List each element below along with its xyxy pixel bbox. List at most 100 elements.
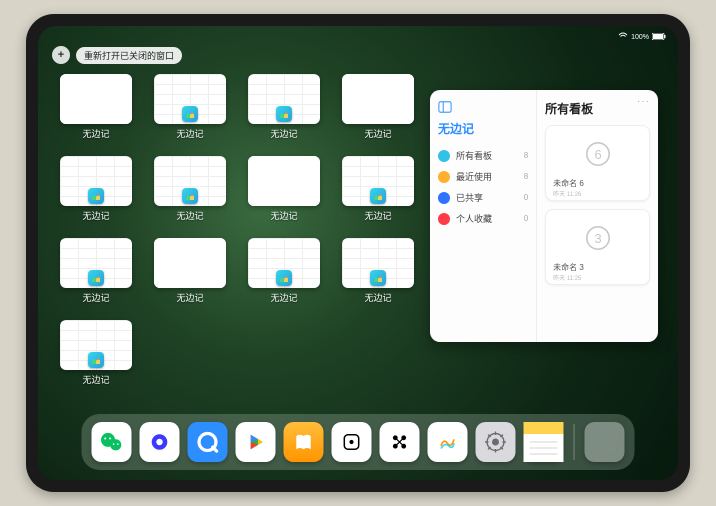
dock-app-play[interactable] [236,422,276,462]
thumbnail-label: 无边记 [364,209,391,222]
screen: 100% + 重新打开已关闭的窗口 无边记无边记无边记无边记无边记无边记无边记无… [38,26,678,480]
thumbnail-preview [342,74,414,124]
board-name: 未命名 6 [550,178,645,189]
freeform-app-icon [276,188,292,204]
panel-left-title: 无边记 [438,120,528,137]
board-preview: 6 [550,130,645,178]
thumbnail-label: 无边记 [176,291,203,304]
sidebar-item[interactable]: 最近使用 8 [438,166,528,187]
window-thumbnail[interactable]: 无边记 [154,156,226,224]
dock-app-wechat[interactable] [92,422,132,462]
thumbnail-label: 无边记 [82,373,109,386]
thumbnail-label: 无边记 [82,127,109,140]
sidebar-toggle-icon[interactable] [438,100,452,114]
dock-app-qqbrowser[interactable] [188,422,228,462]
sidebar-item-count: 0 [524,193,528,202]
thumbnail-preview [154,238,226,288]
thumbnail-label: 无边记 [176,209,203,222]
dock-separator [574,424,575,460]
window-thumbnail[interactable]: 无边记 [342,238,414,306]
window-thumbnail[interactable]: 无边记 [248,238,320,306]
sidebar-item-label: 最近使用 [456,170,492,183]
thumbnail-preview [60,238,132,288]
sidebar-item[interactable]: 所有看板8 [438,145,528,166]
freeform-app-icon [182,188,198,204]
window-thumbnail[interactable]: 无边记 [154,238,226,306]
freeform-app-icon [88,106,104,122]
dock-app-quark[interactable] [140,422,180,462]
dock [82,414,635,470]
tablet-frame: 100% + 重新打开已关闭的窗口 无边记无边记无边记无边记无边记无边记无边记无… [26,14,690,492]
thumbnail-label: 无边记 [176,127,203,140]
freeform-app-icon [88,270,104,286]
thumbnail-label: 无边记 [82,209,109,222]
thumbnail-preview [60,74,132,124]
sidebar-item-label: 已共享 [456,191,483,204]
sidebar-item-count: 8 [524,172,528,181]
dock-app-freeform[interactable] [428,422,468,462]
panel-right-title: 所有看板 [545,100,650,117]
window-switcher-grid: 无边记无边记无边记无边记无边记无边记无边记无边记无边记无边记无边记无边记无边记 [60,74,430,388]
status-bar: 100% [38,30,678,44]
window-thumbnail[interactable]: 无边记 [154,74,226,142]
thumbnail-preview [154,74,226,124]
window-thumbnail[interactable]: 无边记 [60,238,132,306]
sidebar-item-count: 0 [524,214,528,223]
new-window-button[interactable]: + [52,46,70,64]
svg-text:3: 3 [594,231,601,246]
window-thumbnail[interactable]: 无边记 [60,74,132,142]
window-thumbnail[interactable]: 无边记 [342,156,414,224]
category-dot-icon [438,150,450,162]
sidebar-item[interactable]: 已共享 0 [438,187,528,208]
board-name: 未命名 3 [550,262,645,273]
dock-app-dice[interactable] [332,422,372,462]
board-subtitle: 昨天 11:26 [550,189,645,198]
sidebar-item[interactable]: 个人收藏 0 [438,208,528,229]
thumbnail-label: 无边记 [270,291,297,304]
thumbnail-label: 无边记 [82,291,109,304]
freeform-app-icon [370,270,386,286]
thumbnail-label: 无边记 [270,209,297,222]
dock-app-settings[interactable] [476,422,516,462]
category-dot-icon [438,213,450,225]
window-thumbnail[interactable]: 无边记 [60,320,132,388]
dock-app-connect[interactable] [380,422,420,462]
svg-text:6: 6 [594,147,601,162]
dock-recent-apps[interactable] [585,422,625,462]
freeform-app-icon [88,352,104,368]
category-dot-icon [438,192,450,204]
thumbnail-label: 无边记 [364,127,391,140]
wifi-icon [618,32,628,42]
dock-app-books[interactable] [284,422,324,462]
thumbnail-label: 无边记 [364,291,391,304]
freeform-app-icon [370,188,386,204]
sidebar-items: 所有看板8 最近使用 8 已共享 0 个人收藏 0 [438,145,528,229]
freeform-app-icon [88,188,104,204]
thumbnail-preview [248,74,320,124]
dock-app-notes[interactable] [524,422,564,462]
board-card[interactable]: 3 未命名 3昨天 11:25 [545,209,650,285]
battery-label: 100% [631,34,649,41]
thumbnail-preview [342,238,414,288]
freeform-panel[interactable]: 无边记 所有看板8最近使用8已共享0个人收藏0 ··· 所有看板 6未命名 6昨… [430,90,658,342]
window-thumbnail[interactable]: 无边记 [60,156,132,224]
thumbnail-label: 无边记 [270,127,297,140]
sidebar-item-label: 个人收藏 [456,212,492,225]
reopen-closed-window-button[interactable]: 重新打开已关闭的窗口 [76,47,182,64]
freeform-app-icon [276,106,292,122]
board-preview: 3 [550,214,645,262]
sidebar-item-count: 8 [524,151,528,160]
board-subtitle: 昨天 11:25 [550,273,645,282]
window-thumbnail[interactable]: 无边记 [248,74,320,142]
thumbnail-preview [154,156,226,206]
more-button[interactable]: ··· [637,96,650,107]
category-dot-icon [438,171,450,183]
thumbnail-preview [248,238,320,288]
freeform-app-icon [182,270,198,286]
window-thumbnail[interactable]: 无边记 [342,74,414,142]
board-card[interactable]: 6 未命名 6昨天 11:26 [545,125,650,201]
freeform-app-icon [276,270,292,286]
window-thumbnail[interactable]: 无边记 [248,156,320,224]
battery-icon [652,33,666,42]
thumbnail-preview [60,320,132,370]
